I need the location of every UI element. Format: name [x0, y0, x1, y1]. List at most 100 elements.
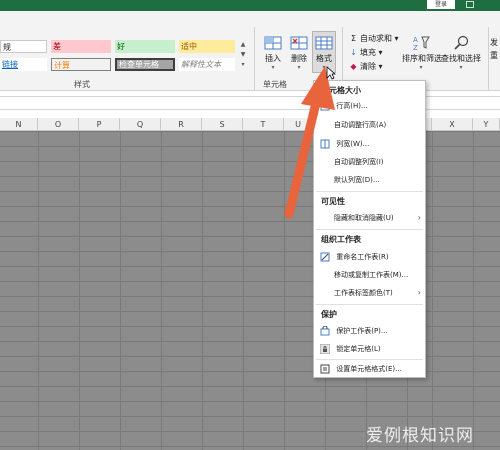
protect-sheet-icon: [320, 326, 330, 336]
rename-sheet-label: 重命名工作表(R): [336, 253, 389, 261]
column-header[interactable]: T: [243, 118, 284, 131]
fill-button[interactable]: ↓ 填充 ▾: [349, 47, 382, 59]
partial-label-1: 发: [490, 38, 498, 47]
row-height-label: 行高(H)...: [336, 102, 368, 110]
column-header[interactable]: S: [202, 118, 243, 131]
autofit-column-label: 自动调整列宽(I): [334, 158, 384, 166]
format-label: 格式: [316, 54, 332, 63]
column-header[interactable]: N: [0, 118, 38, 131]
delete-button[interactable]: 删除 ▾: [288, 35, 310, 71]
tab-color-label: 工作表标签颜色(T): [334, 289, 393, 297]
sigma-icon: Σ: [350, 34, 357, 43]
menu-item-autofit-column[interactable]: 自动调整列宽(I): [320, 155, 424, 169]
sort-filter-label: 排序和筛选: [402, 54, 442, 63]
menu-item-tab-color[interactable]: 工作表标签颜色(T) ›: [320, 286, 424, 300]
style-bad[interactable]: 差: [51, 40, 111, 53]
column-width-icon: [320, 139, 330, 149]
move-copy-label: 移动或复制工作表(M)...: [334, 271, 409, 279]
style-explanatory[interactable]: 解释性文本: [179, 58, 235, 71]
menu-item-lock-cell[interactable]: 锁定单元格(L): [320, 342, 424, 356]
autofit-row-label: 自动调整行高(A): [334, 121, 387, 129]
lock-cell-label: 锁定单元格(L): [336, 345, 381, 353]
chevron-right-icon: ›: [417, 288, 421, 297]
row-height-icon: [320, 101, 330, 111]
find-select-button[interactable]: 查找和选择 ▾: [440, 35, 482, 71]
section-cell-size: 单元格大小: [321, 86, 361, 95]
column-header[interactable]: U: [284, 118, 313, 131]
fill-label: 填充: [360, 48, 376, 57]
section-visibility: 可见性: [321, 197, 345, 206]
style-check-cell[interactable]: 检查单元格: [115, 58, 175, 71]
svg-text:A: A: [413, 36, 418, 44]
chevron-down-icon: ▾: [297, 64, 301, 71]
rename-sheet-icon: [320, 252, 330, 262]
lock-icon: [320, 344, 330, 354]
group-divider: [254, 27, 255, 91]
menu-item-hide-unhide[interactable]: 隐藏和取消隐藏(U) ›: [320, 211, 424, 225]
default-width-label: 默认列宽(D)...: [334, 176, 380, 184]
delete-cells-icon: [290, 36, 308, 50]
clear-button[interactable]: ◆ 清除 ▾: [349, 61, 382, 73]
section-protect: 保护: [321, 310, 337, 319]
column-header[interactable]: X: [432, 118, 473, 131]
column-width-label: 列宽(W)...: [336, 140, 370, 148]
search-icon: [454, 35, 469, 50]
menu-item-autofit-row[interactable]: 自动调整行高(A): [320, 118, 424, 132]
menu-separator: [316, 191, 423, 192]
style-good[interactable]: 好: [115, 40, 175, 53]
style-link[interactable]: 链接: [0, 58, 47, 71]
sort-filter-icon: A Z: [413, 36, 430, 51]
hide-unhide-label: 隐藏和取消隐藏(U): [334, 214, 394, 222]
insert-button[interactable]: 插入 ▾: [262, 35, 284, 71]
autosum-button[interactable]: Σ 自动求和 ▾: [349, 33, 399, 45]
chevron-down-icon: ▾: [271, 64, 275, 71]
menu-item-protect-sheet[interactable]: 保护工作表(P)...: [320, 324, 424, 338]
autosum-label: 自动求和: [360, 34, 392, 43]
insert-cells-icon: [264, 36, 282, 50]
ribbon: 规 差 好 适中 链接 计算 检查单元格 解释性文本 ▲ ▼ ▾ 样式 插入 ▾ 删…: [0, 11, 500, 91]
chevron-down-icon: ▾: [419, 64, 423, 71]
format-cells-label: 设置单元格格式(E)...: [336, 365, 402, 373]
menu-separator: [316, 359, 423, 360]
styles-scroll-arrows[interactable]: ▲ ▼ ▾: [239, 40, 247, 70]
eraser-icon: ◆: [350, 62, 357, 71]
format-cells-icon: [315, 36, 333, 50]
cells-group-label: 单元格: [263, 80, 287, 89]
style-normal[interactable]: 规: [0, 40, 47, 53]
menu-item-move-copy[interactable]: 移动或复制工作表(M)...: [320, 268, 424, 282]
section-organize-sheets: 组织工作表: [321, 235, 361, 244]
column-header[interactable]: P: [79, 118, 120, 131]
column-header[interactable]: R: [161, 118, 202, 131]
find-select-label: 查找和选择: [441, 54, 481, 63]
column-header[interactable]: Q: [120, 118, 161, 131]
window-icon[interactable]: [466, 1, 474, 8]
menu-item-format-cells[interactable]: 设置单元格格式(E)...: [320, 362, 424, 376]
menu-item-row-height[interactable]: 行高(H)...: [320, 99, 424, 113]
menu-item-column-width[interactable]: 列宽(W)...: [320, 137, 424, 151]
delete-label: 删除: [291, 54, 307, 63]
menu-separator: [316, 304, 423, 305]
worksheet-grid-right[interactable]: [426, 131, 500, 450]
styles-group-label: 样式: [74, 80, 90, 89]
menu-item-rename-sheet[interactable]: 重命名工作表(R): [320, 250, 424, 264]
format-dropdown-menu: 单元格大小 行高(H)... 自动调整行高(A) 列宽(W)... 自动调整列宽…: [313, 80, 426, 378]
group-divider: [488, 27, 489, 91]
watermark-text: 爱例根知识网: [366, 426, 474, 446]
partial-ribbon-button[interactable]: 发 重: [490, 35, 500, 61]
fill-down-icon: ↓: [350, 48, 357, 57]
column-header[interactable]: Y: [473, 118, 500, 131]
chevron-right-icon: ›: [417, 213, 421, 222]
protect-sheet-label: 保护工作表(P)...: [336, 327, 388, 335]
format-cells-dialog-icon: [320, 364, 330, 374]
partial-label-2: 重: [490, 51, 498, 60]
title-bar: 登录: [0, 0, 500, 11]
chevron-down-icon: ▾: [459, 64, 463, 71]
menu-separator: [316, 229, 423, 230]
menu-item-default-width[interactable]: 默认列宽(D)...: [320, 173, 424, 187]
sort-filter-button[interactable]: A Z 排序和筛选 ▾: [402, 35, 442, 71]
style-calculation[interactable]: 计算: [51, 58, 111, 71]
style-neutral[interactable]: 适中: [179, 40, 235, 53]
column-header[interactable]: O: [38, 118, 79, 131]
login-button[interactable]: 登录: [427, 0, 455, 9]
mouse-cursor-icon: [326, 66, 336, 80]
